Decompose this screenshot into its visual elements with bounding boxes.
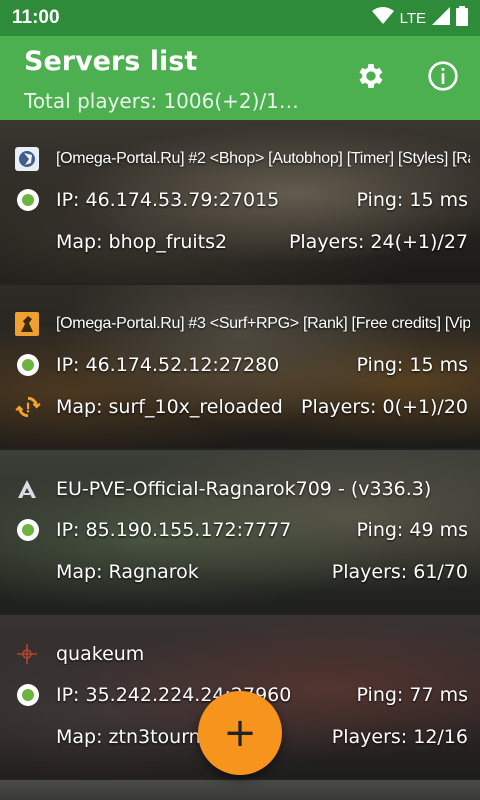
server-card[interactable]: [Omega-Portal.Ru] #3 <Surf+RPG> [Rank] [… bbox=[0, 285, 480, 448]
server-map-row: Map: surf_10x_reloaded Players: 0(+1)/20 bbox=[14, 393, 468, 421]
server-map: Map: Ragnarok bbox=[56, 561, 199, 583]
status-icons: LTE bbox=[371, 6, 468, 30]
status-bar: 11:00 LTE bbox=[0, 0, 480, 36]
server-players: Players: 24(+1)/27 bbox=[288, 231, 468, 253]
server-ip: IP: 85.190.155.172:7777 bbox=[56, 519, 292, 541]
server-name: [Omega-Portal.Ru] #3 <Surf+RPG> [Rank] [… bbox=[56, 315, 470, 332]
ark-icon bbox=[14, 476, 40, 502]
server-ping: Ping: 15 ms bbox=[356, 354, 469, 376]
total-players-subtitle: Total players: 1006(+2)/1… bbox=[24, 89, 299, 113]
quake-icon bbox=[14, 641, 40, 667]
server-name: EU-PVE-Official-Ragnarok709 - (v336.3) bbox=[56, 478, 432, 500]
status-time: 11:00 bbox=[12, 7, 60, 28]
counter-strike-source-icon bbox=[14, 146, 40, 172]
online-status-icon bbox=[17, 189, 39, 211]
page-title: Servers list bbox=[24, 46, 198, 77]
server-ping: Ping: 15 ms bbox=[356, 189, 469, 211]
counter-strike-go-icon bbox=[14, 311, 40, 337]
app-bar: Servers list Total players: 1006(+2)/1… bbox=[0, 36, 480, 120]
online-status-icon bbox=[17, 354, 39, 376]
server-map: Map: surf_10x_reloaded bbox=[56, 396, 283, 418]
settings-icon bbox=[355, 60, 387, 96]
wifi-icon bbox=[371, 7, 394, 29]
online-status-icon bbox=[17, 684, 39, 706]
server-map-row: Map: Ragnarok Players: 61/70 bbox=[14, 558, 468, 586]
signal-icon bbox=[432, 7, 450, 29]
server-ip-row: IP: 46.174.53.79:27015 Ping: 15 ms bbox=[14, 186, 468, 214]
server-players: Players: 12/16 bbox=[331, 726, 468, 748]
server-card[interactable]: [Omega-Portal.Ru] #2 <Bhop> [Autobhop] [… bbox=[0, 120, 480, 283]
server-ip-row: IP: 85.190.155.172:7777 Ping: 49 ms bbox=[14, 516, 468, 544]
server-map: Map: bhop_fruits2 bbox=[56, 231, 228, 253]
info-icon bbox=[427, 60, 459, 96]
settings-button[interactable] bbox=[353, 60, 389, 96]
add-icon: + bbox=[223, 710, 257, 756]
server-ip-row: IP: 46.174.52.12:27280 Ping: 15 ms bbox=[14, 351, 468, 379]
server-card[interactable]: EU-PVE-Official-Ragnarok709 - (v336.3) I… bbox=[0, 450, 480, 613]
online-status-icon bbox=[17, 519, 39, 541]
network-type: LTE bbox=[399, 9, 426, 27]
server-ip: IP: 46.174.52.12:27280 bbox=[56, 354, 280, 376]
battery-icon bbox=[456, 6, 468, 30]
server-title-row: [Omega-Portal.Ru] #2 <Bhop> [Autobhop] [… bbox=[14, 146, 470, 172]
server-players: Players: 61/70 bbox=[331, 561, 468, 583]
refresh-icon bbox=[14, 393, 42, 421]
card-background bbox=[0, 780, 480, 800]
server-map-row: Map: bhop_fruits2 Players: 24(+1)/27 bbox=[14, 228, 468, 256]
server-card[interactable] bbox=[0, 780, 480, 800]
server-ping: Ping: 77 ms bbox=[356, 684, 469, 706]
server-players: Players: 0(+1)/20 bbox=[301, 396, 468, 418]
server-ip: IP: 46.174.53.79:27015 bbox=[56, 189, 280, 211]
server-name: quakeum bbox=[56, 643, 145, 665]
server-name: [Omega-Portal.Ru] #2 <Bhop> [Autobhop] [… bbox=[56, 150, 470, 167]
server-title-row: quakeum bbox=[14, 641, 470, 667]
server-title-row: EU-PVE-Official-Ragnarok709 - (v336.3) bbox=[14, 476, 470, 502]
info-button[interactable] bbox=[425, 60, 461, 96]
add-server-button[interactable]: + bbox=[198, 691, 282, 775]
server-title-row: [Omega-Portal.Ru] #3 <Surf+RPG> [Rank] [… bbox=[14, 311, 470, 337]
server-ping: Ping: 49 ms bbox=[356, 519, 469, 541]
